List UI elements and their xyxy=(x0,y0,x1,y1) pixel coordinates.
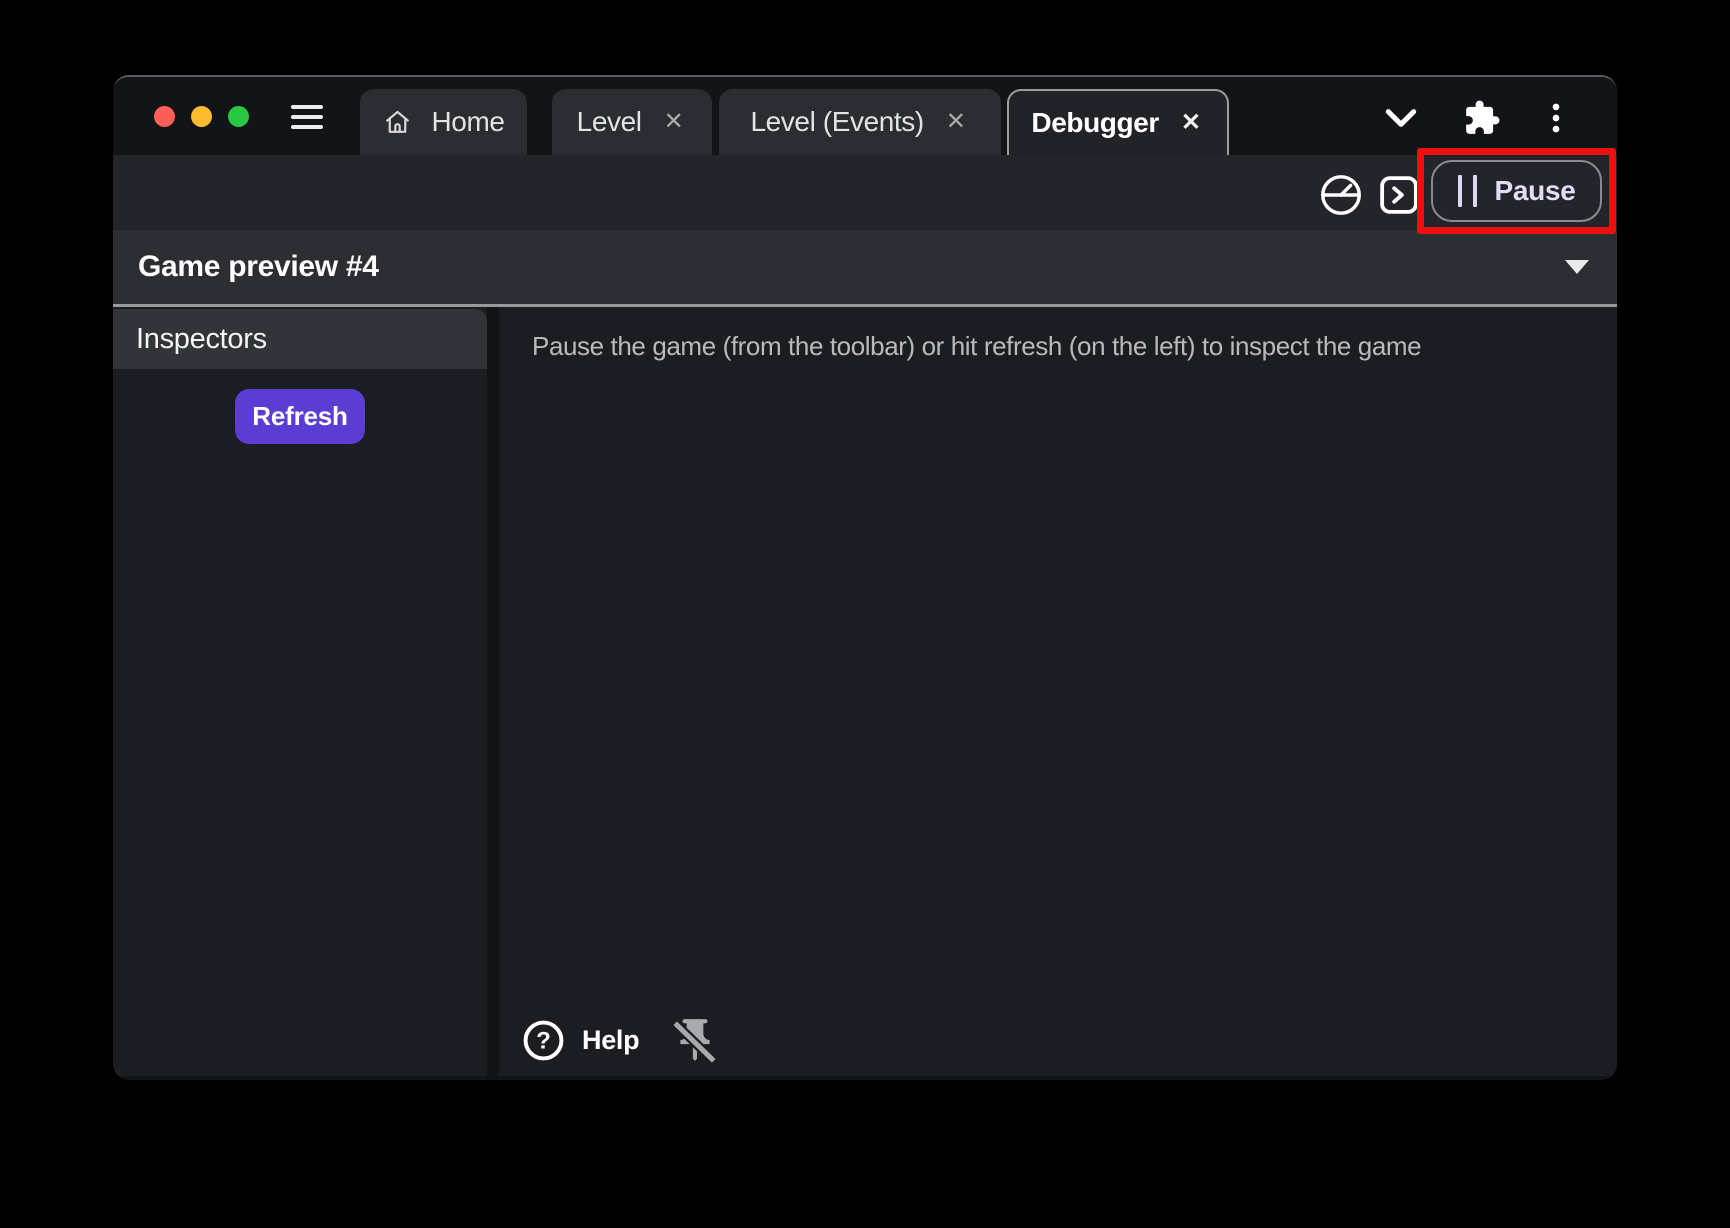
maximize-window-button[interactable] xyxy=(228,106,249,127)
pause-icon xyxy=(1458,175,1477,207)
help-question-icon: ? xyxy=(522,1019,565,1062)
tab-level[interactable]: Level ✕ xyxy=(552,89,712,155)
help-link[interactable]: ? Help xyxy=(522,1019,639,1062)
tab-home[interactable]: Home xyxy=(360,89,527,155)
inspectors-sidebar: Inspectors Refresh xyxy=(113,307,487,1076)
close-window-button[interactable] xyxy=(154,106,175,127)
profiler-gauge-icon[interactable] xyxy=(1318,172,1364,218)
console-icon[interactable] xyxy=(1376,172,1422,218)
pin-off-icon[interactable] xyxy=(670,1013,720,1067)
menu-hamburger-icon[interactable] xyxy=(291,105,323,129)
close-tab-icon[interactable]: ✕ xyxy=(660,108,688,136)
pause-button[interactable]: Pause xyxy=(1431,160,1602,222)
highlight-rectangle: Pause xyxy=(1417,148,1616,234)
inspectors-header: Inspectors xyxy=(113,309,487,369)
home-icon xyxy=(382,107,413,138)
caret-down-icon xyxy=(1565,260,1589,274)
tab-level-events[interactable]: Level (Events) ✕ xyxy=(719,89,1001,155)
window-controls xyxy=(154,106,249,127)
tab-bar: Home Level ✕ Level (Events) ✕ Debugger ✕ xyxy=(113,77,1617,155)
minimize-window-button[interactable] xyxy=(191,106,212,127)
extensions-puzzle-icon[interactable] xyxy=(1463,99,1501,137)
close-tab-icon[interactable]: ✕ xyxy=(942,108,970,136)
tab-label: Level xyxy=(577,106,642,138)
tab-debugger[interactable]: Debugger ✕ xyxy=(1007,89,1229,155)
inspector-main-panel: Pause the game (from the toolbar) or hit… xyxy=(499,307,1617,1076)
tab-label: Level (Events) xyxy=(750,106,923,138)
tab-label: Home xyxy=(431,106,504,138)
kebab-menu-icon[interactable] xyxy=(1537,99,1575,137)
chevron-down-icon[interactable] xyxy=(1382,103,1420,133)
game-preview-selector[interactable]: Game preview #4 xyxy=(113,230,1617,307)
svg-text:?: ? xyxy=(536,1027,551,1054)
bottom-help-row: ? Help xyxy=(522,1013,720,1067)
app-window: Home Level ✕ Level (Events) ✕ Debugger ✕ xyxy=(113,75,1617,1080)
pause-hint-text: Pause the game (from the toolbar) or hit… xyxy=(532,331,1421,362)
tab-strip: Home Level ✕ Level (Events) ✕ Debugger ✕ xyxy=(360,89,1229,155)
game-preview-title: Game preview #4 xyxy=(138,250,379,284)
debugger-toolbar: Pause xyxy=(113,155,1617,230)
close-tab-icon[interactable]: ✕ xyxy=(1177,109,1205,137)
debugger-content: Inspectors Refresh Pause the game (from … xyxy=(113,307,1617,1076)
tab-label: Debugger xyxy=(1031,107,1158,139)
pause-button-label: Pause xyxy=(1495,175,1576,207)
sidebar-divider xyxy=(487,307,499,1076)
help-label: Help xyxy=(582,1025,639,1056)
refresh-button[interactable]: Refresh xyxy=(235,389,365,444)
